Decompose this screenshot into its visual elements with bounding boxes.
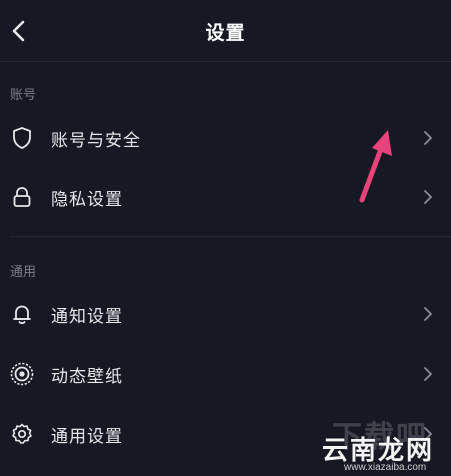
header-divider [0, 61, 451, 62]
chevron-right-icon [424, 367, 432, 381]
lock-icon [9, 184, 35, 210]
page-title: 设置 [205, 22, 246, 44]
row-label: 通知设置 [51, 307, 123, 327]
row-label: 账号与安全 [51, 131, 141, 151]
watermark: 下载吧 云南龙网 www.xiazaiba.com [308, 412, 451, 476]
chevron-right-icon [424, 131, 432, 145]
gear-icon [9, 421, 35, 447]
row-live-wallpaper[interactable]: 动态壁纸 [0, 347, 451, 401]
chevron-right-icon [424, 307, 432, 321]
row-notification-settings[interactable]: 通知设置 [0, 287, 451, 341]
bell-icon [9, 301, 35, 327]
section-label-account: 账号 [10, 88, 37, 103]
section-label-general: 通用 [10, 265, 37, 280]
shield-icon [9, 125, 35, 151]
row-label: 隐私设置 [51, 190, 123, 210]
row-label: 通用设置 [51, 427, 123, 447]
watermark-url: www.xiazaiba.com [344, 462, 427, 473]
header-bar: 设置 [0, 0, 451, 62]
row-label: 动态壁纸 [51, 367, 123, 387]
section-divider [10, 236, 451, 237]
annotation-arrow-icon [359, 130, 392, 203]
chevron-right-icon [424, 190, 432, 204]
live-wallpaper-icon [9, 361, 35, 387]
